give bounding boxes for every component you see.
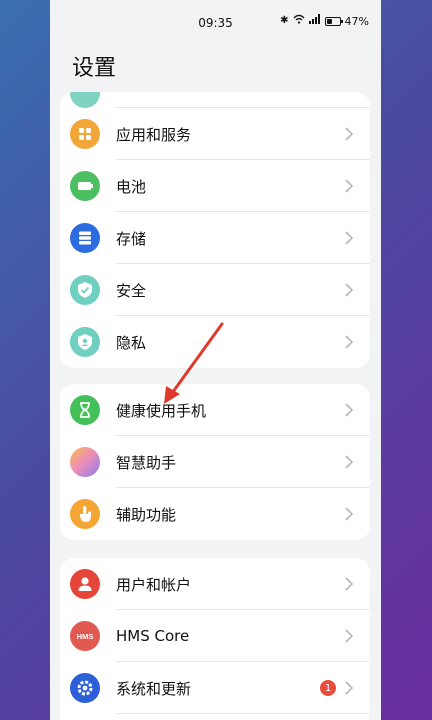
gear-icon bbox=[70, 673, 100, 703]
settings-row-hms-logo[interactable]: HMS HMS Core bbox=[60, 610, 370, 662]
hand-pointer-icon bbox=[70, 499, 100, 529]
settings-row-label: 智慧助手 bbox=[116, 453, 177, 472]
hms-logo-icon: HMS bbox=[70, 621, 100, 651]
settings-row-label: 辅助功能 bbox=[116, 505, 177, 524]
settings-row-label: 存储 bbox=[116, 229, 147, 248]
settings-group-assist: 健康使用手机 智慧助手辅助功能 bbox=[60, 384, 370, 540]
status-icons: ✱ 47% bbox=[280, 14, 369, 28]
privacy-shield-icon bbox=[70, 327, 100, 357]
chevron-right-icon bbox=[342, 333, 356, 351]
settings-row-privacy-shield[interactable]: 隐私 bbox=[60, 316, 370, 368]
assistant-orb-icon bbox=[70, 447, 100, 477]
settings-row-label: HMS Core bbox=[116, 627, 190, 645]
page-title: 设置 bbox=[72, 56, 117, 81]
chevron-right-icon bbox=[342, 505, 356, 523]
signal-icon bbox=[308, 14, 321, 28]
wifi-icon bbox=[293, 14, 305, 28]
status-bar: 09:35 ✱ 47% bbox=[50, 0, 381, 46]
svg-text:HMS: HMS bbox=[77, 632, 94, 641]
chevron-right-icon bbox=[342, 453, 356, 471]
settings-row-label: 用户和帐户 bbox=[116, 575, 192, 594]
grid-apps-icon bbox=[70, 119, 100, 149]
settings-row-label: 健康使用手机 bbox=[116, 401, 207, 420]
chevron-right-icon bbox=[342, 177, 356, 195]
chevron-right-icon bbox=[342, 281, 356, 299]
storage-icon bbox=[70, 223, 100, 253]
settings-row-label: 电池 bbox=[116, 177, 147, 196]
settings-row-label: 安全 bbox=[116, 281, 147, 300]
partial-row-above[interactable] bbox=[60, 92, 370, 108]
settings-row-user[interactable]: 用户和帐户 bbox=[60, 558, 370, 610]
partial-icon bbox=[70, 92, 100, 108]
settings-group-device: 应用和服务电池存储安全隐私 bbox=[60, 92, 370, 368]
battery-status-icon bbox=[324, 16, 343, 26]
settings-row-battery[interactable]: 电池 bbox=[60, 160, 370, 212]
settings-row-label: 应用和服务 bbox=[116, 125, 192, 144]
user-icon bbox=[70, 569, 100, 599]
chevron-right-icon bbox=[342, 401, 356, 419]
settings-screen: 09:35 ✱ 47% 设置 应用和服务电池存储安全隐私 健康使用手机 智慧助手辅… bbox=[50, 0, 381, 720]
settings-row-storage[interactable]: 存储 bbox=[60, 212, 370, 264]
chevron-right-icon bbox=[342, 229, 356, 247]
settings-row-grid-apps[interactable]: 应用和服务 bbox=[60, 108, 370, 160]
bluetooth-icon: ✱ bbox=[280, 15, 289, 26]
settings-row-hand-pointer[interactable]: 辅助功能 bbox=[60, 488, 370, 540]
chevron-right-icon bbox=[342, 125, 356, 143]
hourglass-icon bbox=[70, 395, 100, 425]
battery-percent: 47% bbox=[344, 14, 369, 28]
settings-row-gear[interactable]: 系统和更新 1 bbox=[60, 662, 370, 714]
chevron-right-icon bbox=[342, 575, 356, 593]
chevron-right-icon bbox=[342, 627, 356, 645]
settings-group-system: 用户和帐户 HMS HMS Core 系统和更新 1 bbox=[60, 558, 370, 720]
update-badge: 1 bbox=[320, 680, 336, 696]
settings-row-shield-check[interactable]: 安全 bbox=[60, 264, 370, 316]
settings-row-label: 隐私 bbox=[116, 333, 147, 352]
settings-row-label: 系统和更新 bbox=[116, 679, 192, 698]
chevron-right-icon bbox=[342, 679, 356, 697]
settings-row-assistant-orb[interactable]: 智慧助手 bbox=[60, 436, 370, 488]
settings-row-hourglass[interactable]: 健康使用手机 bbox=[60, 384, 370, 436]
shield-check-icon bbox=[70, 275, 100, 305]
battery-icon bbox=[70, 171, 100, 201]
